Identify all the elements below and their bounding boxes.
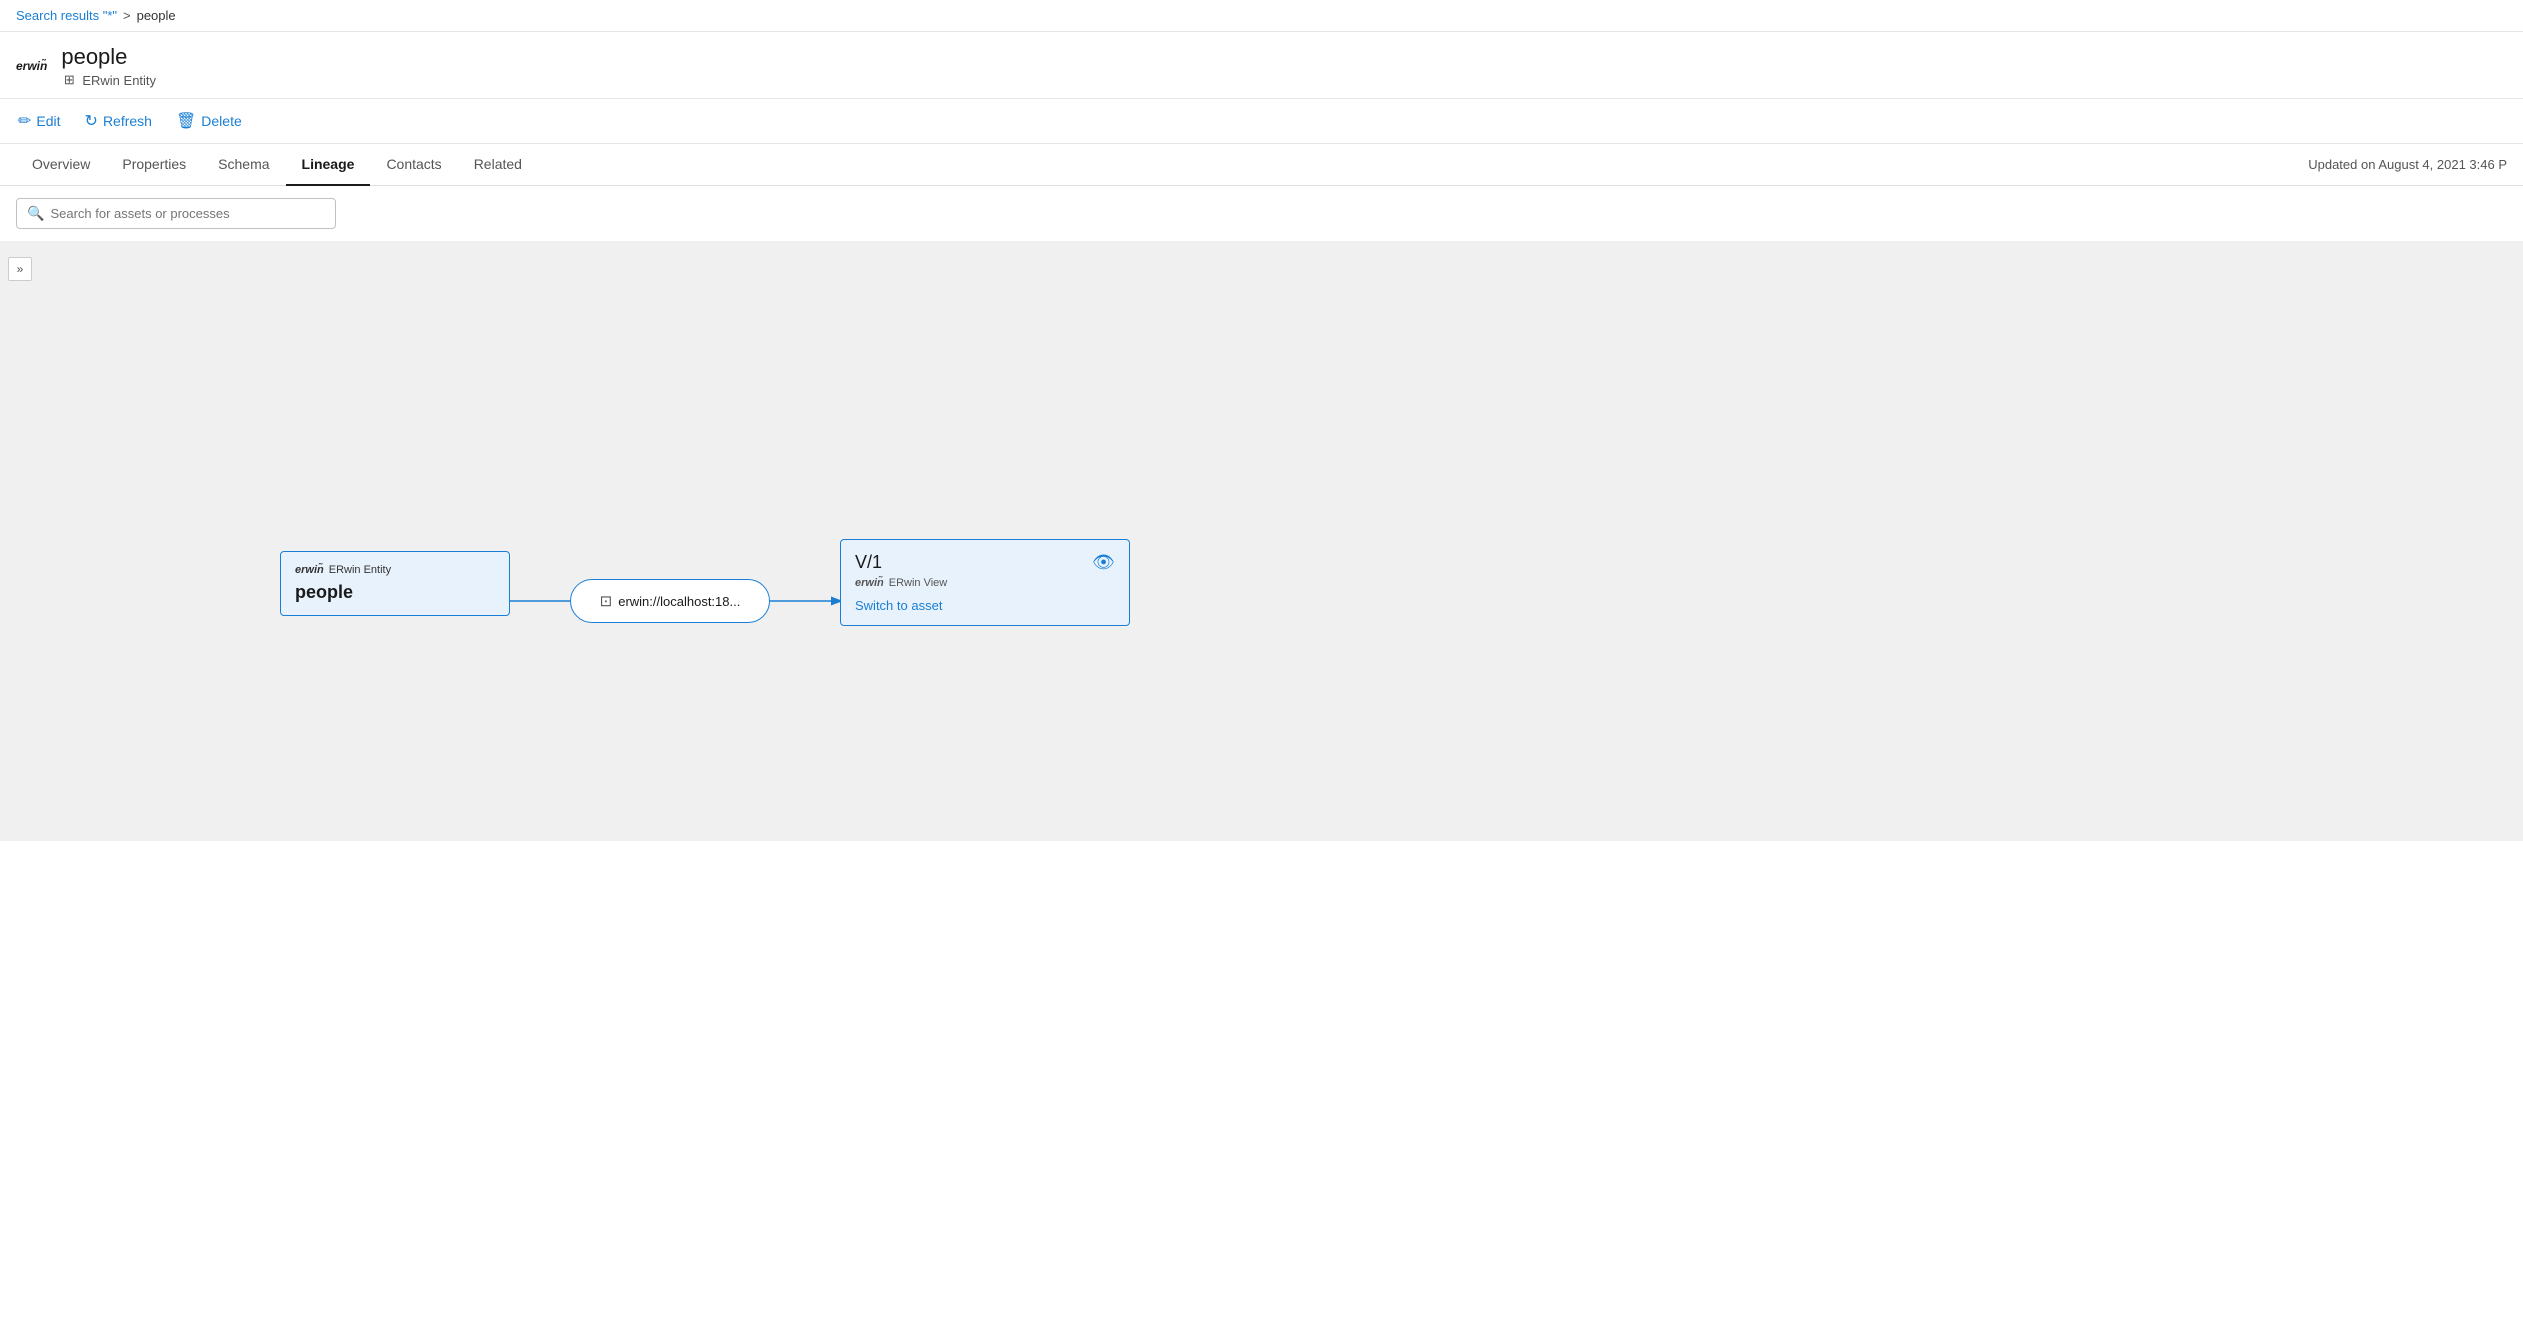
node-people: erwiñ ERwin Entity people xyxy=(280,551,510,616)
node-v1-subtitle: erwiñ ERwin View xyxy=(855,577,1115,589)
breadcrumb-current: people xyxy=(137,8,176,23)
node-v1: V/1 👁 erwiñ ERwin View Switch to asset xyxy=(840,539,1130,626)
node-process: ⊡ erwin://localhost:18... xyxy=(570,579,770,623)
header-title-block: people ⊞ ERwin Entity xyxy=(61,44,156,88)
search-icon: 🔍 xyxy=(27,205,44,222)
tab-overview[interactable]: Overview xyxy=(16,144,106,186)
delete-button[interactable]: 🗑 Delete xyxy=(174,107,244,135)
node-people-header: erwiñ ERwin Entity xyxy=(295,564,495,576)
erwin-logo: erwiñ xyxy=(16,60,47,72)
tabs-bar: Overview Properties Schema Lineage Conta… xyxy=(0,144,2523,186)
entity-icon: ⊞ xyxy=(61,72,77,88)
eye-icon[interactable]: 👁 xyxy=(1092,552,1115,573)
breadcrumb-search-link[interactable]: Search results "*" xyxy=(16,8,117,23)
breadcrumb: Search results "*" > people xyxy=(0,0,2523,32)
refresh-button[interactable]: ↻ Refresh xyxy=(83,107,154,135)
node-people-brand: erwiñ xyxy=(295,564,324,576)
node-v1-brand: erwiñ xyxy=(855,577,884,589)
delete-label: Delete xyxy=(201,113,241,129)
search-input[interactable] xyxy=(50,206,325,221)
refresh-label: Refresh xyxy=(103,113,152,129)
updated-timestamp: Updated on August 4, 2021 3:46 P xyxy=(2308,157,2507,172)
header-subtitle: ⊞ ERwin Entity xyxy=(61,72,156,88)
switch-to-asset-link[interactable]: Switch to asset xyxy=(855,598,942,613)
tab-lineage[interactable]: Lineage xyxy=(286,144,371,186)
search-box: 🔍 xyxy=(16,198,336,229)
delete-icon: 🗑 xyxy=(176,111,196,131)
node-people-name: people xyxy=(295,582,495,603)
tab-schema[interactable]: Schema xyxy=(202,144,285,186)
lineage-area: erwiñ ERwin Entity people ⊡ erwin://loc… xyxy=(0,241,2523,841)
refresh-icon: ↻ xyxy=(85,111,98,131)
edit-label: Edit xyxy=(36,113,60,129)
process-label: erwin://localhost:18... xyxy=(618,594,740,609)
page-header: erwiñ people ⊞ ERwin Entity xyxy=(0,32,2523,99)
tab-related[interactable]: Related xyxy=(458,144,538,186)
lineage-canvas: » erwiñ ERwin Entity people ⊡ erw xyxy=(0,241,2523,841)
tab-properties[interactable]: Properties xyxy=(106,144,202,186)
node-v1-type: ERwin View xyxy=(889,577,948,589)
search-container: 🔍 xyxy=(0,186,2523,241)
process-icon: ⊡ xyxy=(600,592,613,610)
node-v1-top: V/1 👁 xyxy=(855,552,1115,573)
edit-button[interactable]: ✏ Edit xyxy=(16,107,63,135)
breadcrumb-separator: > xyxy=(123,8,131,23)
tab-contacts[interactable]: Contacts xyxy=(370,144,457,186)
toolbar: ✏ Edit ↻ Refresh 🗑 Delete xyxy=(0,99,2523,144)
edit-icon: ✏ xyxy=(18,111,31,131)
page-title: people xyxy=(61,44,156,70)
entity-type-label: ERwin Entity xyxy=(82,73,156,88)
node-v1-title: V/1 xyxy=(855,552,882,573)
node-people-type: ERwin Entity xyxy=(329,564,391,576)
connector-svg xyxy=(0,241,2523,841)
